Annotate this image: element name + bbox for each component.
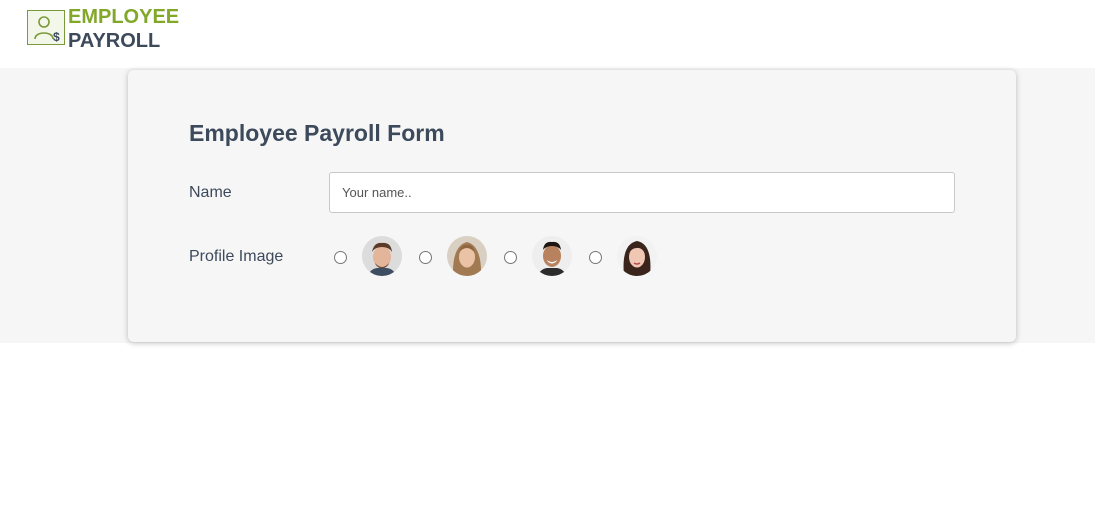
payroll-form-card: Employee Payroll Form Name Profile Image <box>128 70 1016 342</box>
profile-image-label: Profile Image <box>189 248 284 265</box>
profile-radio-3[interactable] <box>504 251 517 264</box>
logo: EMPLOYEE PAYROLL <box>68 5 179 53</box>
employee-dollar-icon: $ <box>27 10 65 45</box>
name-label: Name <box>189 184 232 201</box>
name-input[interactable] <box>329 172 955 213</box>
profile-radio-1[interactable] <box>334 251 347 264</box>
logo-line1: EMPLOYEE <box>68 6 180 28</box>
logo-line2: PAYROLL <box>68 30 161 52</box>
app-header: $ EMPLOYEE PAYROLL <box>0 0 1095 68</box>
svg-text:$: $ <box>53 30 60 44</box>
form-title: Employee Payroll Form <box>189 120 445 146</box>
woman-2-avatar[interactable] <box>617 236 657 276</box>
man-1-avatar[interactable] <box>362 236 402 276</box>
profile-radio-4[interactable] <box>589 251 602 264</box>
man-2-avatar[interactable] <box>532 236 572 276</box>
woman-1-avatar[interactable] <box>447 236 487 276</box>
profile-radio-2[interactable] <box>419 251 432 264</box>
